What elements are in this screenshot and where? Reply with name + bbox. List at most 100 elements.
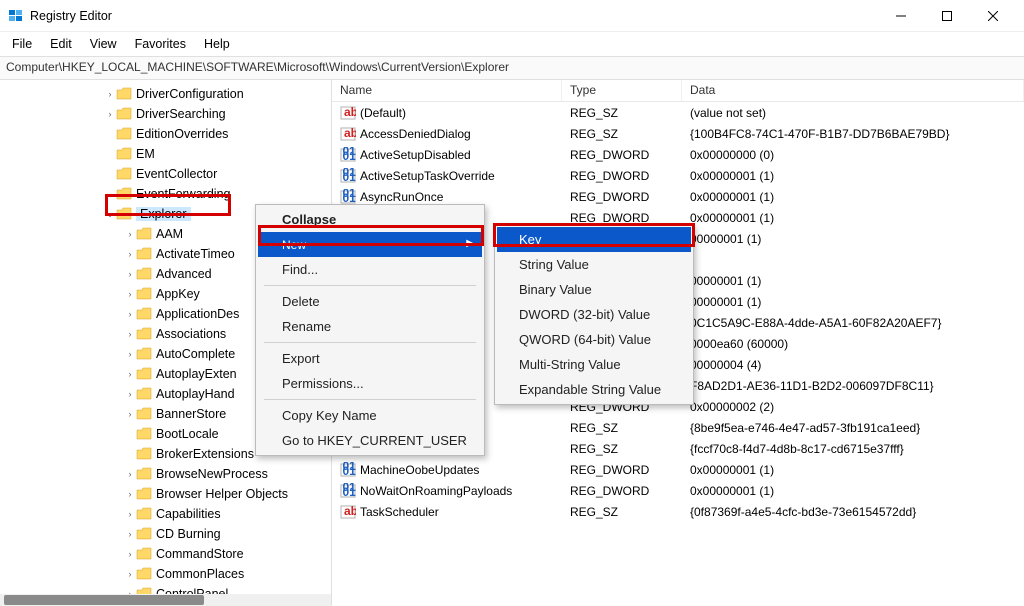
tree-item[interactable]: ›Browser Helper Objects <box>0 484 331 504</box>
expand-caret-icon[interactable]: › <box>124 529 136 539</box>
expand-caret-icon[interactable]: › <box>124 509 136 519</box>
value-data: (value not set) <box>682 106 1024 120</box>
tree-item[interactable]: › CD Burning <box>0 524 331 544</box>
submenu-dword[interactable]: DWORD (32-bit) Value <box>497 302 691 327</box>
value-type-icon: 011010 <box>340 147 356 163</box>
list-row[interactable]: 011010NoWaitOnRoamingPayloadsREG_DWORD0x… <box>332 480 1024 501</box>
menu-edit[interactable]: Edit <box>42 34 80 54</box>
expand-caret-icon[interactable]: › <box>124 489 136 499</box>
tree-item[interactable]: › CommandStore <box>0 544 331 564</box>
close-button[interactable] <box>970 0 1016 32</box>
expand-caret-icon[interactable]: › <box>124 389 136 399</box>
folder-icon <box>116 87 132 101</box>
value-data: {8be9f5ea-e746-4e47-ad57-3fb191ca1eed} <box>682 421 1024 435</box>
ctx-collapse[interactable]: Collapse <box>258 207 482 232</box>
svg-text:010: 010 <box>343 149 357 163</box>
tree-item-label: CD Burning <box>156 527 221 541</box>
expand-caret-icon[interactable]: › <box>104 109 116 119</box>
value-name: AccessDeniedDialog <box>360 127 471 141</box>
submenu-key[interactable]: Key <box>497 227 691 252</box>
maximize-button[interactable] <box>924 0 970 32</box>
tree-scrollbar[interactable] <box>0 594 332 606</box>
value-data: {0f87369f-a4e5-4cfc-bd3e-73e6154572dd} <box>682 505 1024 519</box>
submenu-expand[interactable]: Expandable String Value <box>497 377 691 402</box>
tree-item[interactable]: ›BrowseNewProcess <box>0 464 331 484</box>
expand-caret-icon[interactable]: › <box>124 269 136 279</box>
list-header: Name Type Data <box>332 80 1024 102</box>
ctx-copy-key[interactable]: Copy Key Name <box>258 403 482 428</box>
tree-item[interactable]: ›DriverConfiguration <box>0 84 331 104</box>
folder-icon <box>136 567 152 581</box>
expand-caret-icon[interactable]: › <box>124 329 136 339</box>
ctx-delete[interactable]: Delete <box>258 289 482 314</box>
menu-view[interactable]: View <box>82 34 125 54</box>
ctx-export[interactable]: Export <box>258 346 482 371</box>
list-row[interactable]: ab(Default)REG_SZ(value not set) <box>332 102 1024 123</box>
folder-icon <box>136 367 152 381</box>
folder-icon <box>116 187 132 201</box>
submenu-binary[interactable]: Binary Value <box>497 277 691 302</box>
value-type-icon: ab <box>340 504 356 520</box>
expand-caret-icon[interactable]: › <box>124 309 136 319</box>
list-row[interactable]: abAccessDeniedDialogREG_SZ{100B4FC8-74C1… <box>332 123 1024 144</box>
folder-icon <box>136 247 152 261</box>
list-row[interactable]: 011010MachineOobeUpdatesREG_DWORD0x00000… <box>332 459 1024 480</box>
app-icon <box>8 8 24 24</box>
expand-caret-icon[interactable]: › <box>124 289 136 299</box>
list-row[interactable]: 011010ActiveSetupTaskOverrideREG_DWORD0x… <box>332 165 1024 186</box>
minimize-button[interactable] <box>878 0 924 32</box>
folder-icon <box>136 447 152 461</box>
expand-caret-icon[interactable]: › <box>124 569 136 579</box>
expand-caret-icon[interactable]: › <box>124 229 136 239</box>
list-row[interactable]: 011010ActiveSetupDisabledREG_DWORD0x0000… <box>332 144 1024 165</box>
folder-icon <box>116 207 132 221</box>
value-data: 0x00000001 (1) <box>682 190 1024 204</box>
menu-favorites[interactable]: Favorites <box>127 34 194 54</box>
expand-caret-icon[interactable]: › <box>124 349 136 359</box>
address-bar[interactable]: Computer\HKEY_LOCAL_MACHINE\SOFTWARE\Mic… <box>0 56 1024 80</box>
submenu-qword[interactable]: QWORD (64-bit) Value <box>497 327 691 352</box>
tree-item[interactable]: ›CommonPlaces <box>0 564 331 584</box>
ctx-new[interactable]: New▶ <box>258 232 482 257</box>
folder-icon <box>136 427 152 441</box>
ctx-find[interactable]: Find... <box>258 257 482 282</box>
svg-text:010: 010 <box>343 485 357 499</box>
tree-item[interactable]: EM <box>0 144 331 164</box>
value-data: F8AD2D1-AE36-11D1-B2D2-006097DF8C11} <box>682 379 1024 393</box>
ctx-permissions[interactable]: Permissions... <box>258 371 482 396</box>
tree-item[interactable]: EventCollector <box>0 164 331 184</box>
expand-caret-icon[interactable]: › <box>124 409 136 419</box>
expand-caret-icon[interactable]: › <box>124 549 136 559</box>
value-type: REG_DWORD <box>562 463 682 477</box>
tree-item-label: ActivateTimeo <box>156 247 235 261</box>
tree-item[interactable]: EditionOverrides <box>0 124 331 144</box>
value-type: REG_DWORD <box>562 484 682 498</box>
col-name[interactable]: Name <box>332 80 562 101</box>
col-type[interactable]: Type <box>562 80 682 101</box>
tree-item-label: BrokerExtensions <box>156 447 254 461</box>
submenu-multi[interactable]: Multi-String Value <box>497 352 691 377</box>
value-data: {fccf70c8-f4d7-4d8b-8c17-cd6715e37fff} <box>682 442 1024 456</box>
col-data[interactable]: Data <box>682 80 1024 101</box>
expand-caret-icon[interactable]: › <box>124 369 136 379</box>
submenu-string[interactable]: String Value <box>497 252 691 277</box>
expand-caret-icon[interactable]: › <box>104 89 116 99</box>
expand-caret-icon[interactable]: › <box>124 249 136 259</box>
ctx-goto[interactable]: Go to HKEY_CURRENT_USER <box>258 428 482 453</box>
value-type: REG_SZ <box>562 127 682 141</box>
value-data: 0x00000001 (1) <box>682 211 1024 225</box>
ctx-rename[interactable]: Rename <box>258 314 482 339</box>
tree-item-label: EditionOverrides <box>136 127 228 141</box>
svg-text:010: 010 <box>343 464 357 478</box>
expand-caret-icon[interactable]: ⌄ <box>104 209 116 220</box>
tree-item-label: CommandStore <box>156 547 244 561</box>
menu-file[interactable]: File <box>4 34 40 54</box>
window-controls <box>878 0 1016 32</box>
svg-text:010: 010 <box>343 170 357 184</box>
expand-caret-icon[interactable]: › <box>124 469 136 479</box>
tree-item[interactable]: ›DriverSearching <box>0 104 331 124</box>
menu-help[interactable]: Help <box>196 34 238 54</box>
tree-item[interactable]: EventForwarding <box>0 184 331 204</box>
list-row[interactable]: abTaskSchedulerREG_SZ{0f87369f-a4e5-4cfc… <box>332 501 1024 522</box>
tree-item[interactable]: ›Capabilities <box>0 504 331 524</box>
